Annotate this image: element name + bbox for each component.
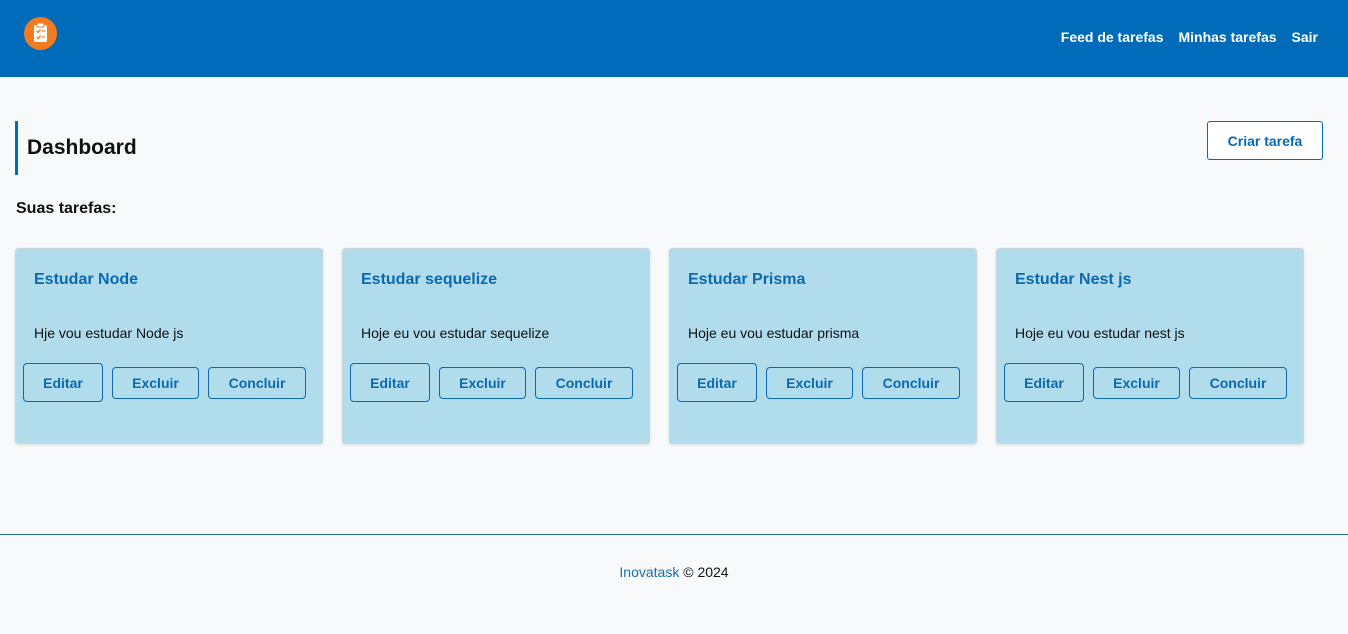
- footer-copyright: © 2024: [683, 564, 729, 580]
- task-card: Estudar Prisma Hoje eu vou estudar prism…: [669, 248, 977, 444]
- task-description: Hoje eu vou estudar nest js: [1015, 325, 1185, 341]
- task-title: Estudar sequelize: [361, 271, 498, 288]
- task-description: Hoje eu vou estudar sequelize: [361, 325, 550, 341]
- footer: Inovatask © 2024: [0, 564, 1348, 580]
- edit-button[interactable]: Editar: [1004, 363, 1084, 402]
- task-card: Estudar Node Hje vou estudar Node js Edi…: [15, 248, 323, 444]
- delete-button[interactable]: Excluir: [1093, 367, 1180, 399]
- delete-button[interactable]: Excluir: [439, 367, 526, 399]
- nav-links: Feed de tarefas Minhas tarefas Sair: [1061, 29, 1318, 45]
- clipboard-check-icon[interactable]: [24, 17, 57, 50]
- edit-button[interactable]: Editar: [350, 363, 430, 402]
- task-description: Hoje eu vou estudar prisma: [688, 325, 860, 341]
- create-task-button[interactable]: Criar tarefa: [1207, 121, 1323, 160]
- nav-link-feed[interactable]: Feed de tarefas: [1061, 29, 1164, 45]
- page-title: Dashboard: [27, 136, 137, 159]
- complete-button[interactable]: Concluir: [862, 367, 960, 399]
- edit-button[interactable]: Editar: [677, 363, 757, 402]
- section-title: Suas tarefas:: [16, 200, 117, 217]
- task-card: Estudar sequelize Hoje eu vou estudar se…: [342, 248, 650, 444]
- page-title-block: Dashboard: [15, 121, 137, 175]
- footer-divider: [0, 534, 1348, 535]
- task-card: Estudar Nest js Hoje eu vou estudar nest…: [996, 248, 1304, 444]
- complete-button[interactable]: Concluir: [1189, 367, 1287, 399]
- nav-link-logout[interactable]: Sair: [1292, 29, 1318, 45]
- nav-link-my-tasks[interactable]: Minhas tarefas: [1178, 29, 1276, 45]
- task-card-list: Estudar Node Hje vou estudar Node js Edi…: [15, 248, 1304, 444]
- task-description: Hje vou estudar Node js: [34, 325, 184, 341]
- task-title: Estudar Prisma: [688, 271, 806, 288]
- complete-button[interactable]: Concluir: [208, 367, 306, 399]
- complete-button[interactable]: Concluir: [535, 367, 633, 399]
- task-title: Estudar Nest js: [1015, 271, 1132, 288]
- footer-brand: Inovatask: [619, 564, 680, 580]
- delete-button[interactable]: Excluir: [112, 367, 199, 399]
- navbar: Feed de tarefas Minhas tarefas Sair: [0, 0, 1348, 77]
- task-title: Estudar Node: [34, 271, 139, 288]
- edit-button[interactable]: Editar: [23, 363, 103, 402]
- delete-button[interactable]: Excluir: [766, 367, 853, 399]
